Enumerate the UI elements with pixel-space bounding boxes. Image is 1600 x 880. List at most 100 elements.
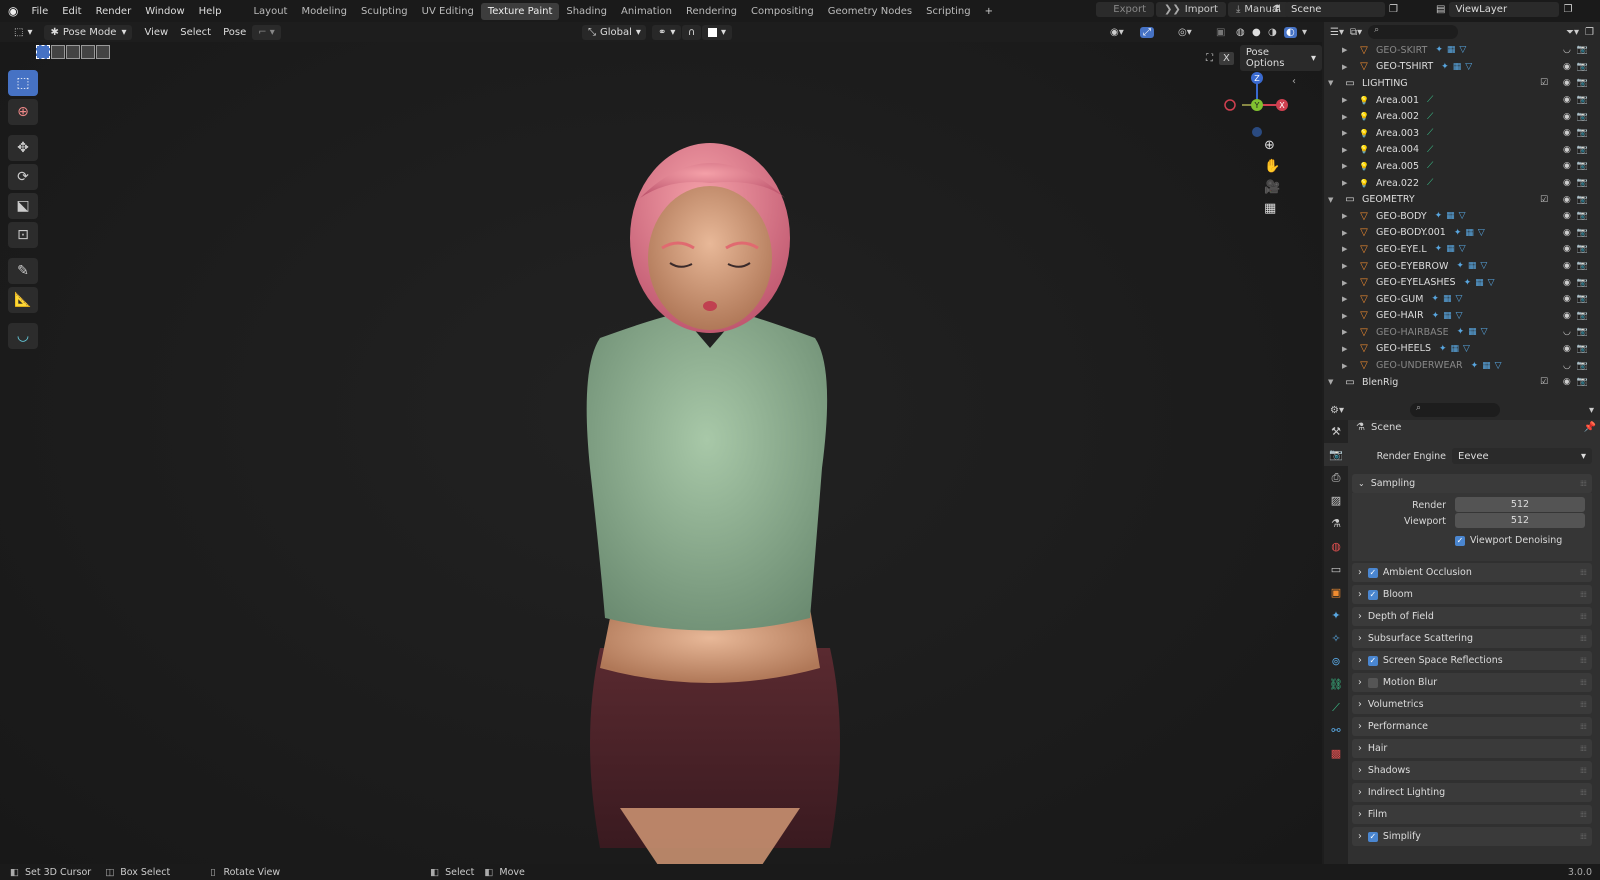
outliner-row-label[interactable]: GEO-TSHIRT [1376,61,1433,72]
visibility-toggle-icon[interactable]: ◉📷 [1563,161,1594,171]
visibility-toggle-icon[interactable]: ◡📷 [1563,361,1594,371]
bone-tool[interactable]: ◡ [8,323,38,349]
grid-icon[interactable]: ▦ [1264,201,1280,216]
x-toggle[interactable]: X [1219,51,1234,65]
panel-depth-of-field[interactable]: › Depth of Field ⁞⁞⁞⁞ [1352,607,1592,626]
modifier-icon[interactable]: ✦▦▽ [1456,261,1491,271]
expand-arrow-icon[interactable]: ▶ [1342,262,1352,270]
panel-indirect-lighting[interactable]: › Indirect Lighting ⁞⁞⁞⁞ [1352,783,1592,802]
visibility-toggle-icon[interactable]: ◉📷 [1563,261,1594,271]
tab-data[interactable]: ⟋ [1324,696,1348,719]
panel-screen-space-reflections[interactable]: › ✓ Screen Space Reflections ⁞⁞⁞⁞ [1352,651,1592,670]
pivot-dropdown[interactable]: ⚭ ▾ [652,24,682,40]
outliner-row[interactable]: ▶ ▽ GEO-HAIR ✦▦▽ ◉📷 [1324,308,1600,325]
drag-handle-icon[interactable]: ⁞⁞⁞⁞ [1580,656,1587,665]
light-data-icon[interactable]: ⟋ [1427,145,1437,155]
outliner-row-label[interactable]: Area.022 [1376,178,1419,189]
outliner-row[interactable]: ▶ ▽ GEO-BODY ✦▦▽ ◉📷 [1324,208,1600,225]
pose-options-dropdown[interactable]: Pose Options ▾ [1239,45,1322,71]
menu-pose[interactable]: Pose [217,27,252,38]
outliner-row-label[interactable]: GEO-HAIR [1376,310,1424,321]
panel-motion-blur[interactable]: › Motion Blur ⁞⁞⁞⁞ [1352,673,1592,692]
tab-bone[interactable]: ⚯ [1324,719,1348,742]
modifier-icon[interactable]: ✦▦▽ [1464,278,1499,288]
outliner-row[interactable]: ▶ ▽ GEO-EYEBROW ✦▦▽ ◉📷 [1324,258,1600,275]
tab-physics[interactable]: ⊚ [1324,650,1348,673]
visibility-toggle-icon[interactable]: ◉📷 [1563,62,1594,72]
drag-handle-icon[interactable]: ⁞⁞⁞⁞ [1580,479,1587,488]
options-dropdown-icon[interactable]: ▾ [1589,405,1594,416]
modifier-icon[interactable]: ✦▦▽ [1439,344,1474,354]
drag-handle-icon[interactable]: ⁞⁞⁞⁞ [1580,744,1587,753]
visibility-toggle-icon[interactable]: ◉📷 [1563,95,1594,105]
camera-icon[interactable]: 🎥 [1264,180,1280,195]
render-engine-dropdown[interactable]: Eevee ▾ [1452,448,1592,464]
drag-handle-icon[interactable]: ⁞⁞⁞⁞ [1580,568,1587,577]
tab-layout[interactable]: Layout [246,3,294,20]
visibility-toggle-icon[interactable]: ◉📷 [1563,211,1594,221]
tab-rendering[interactable]: Rendering [679,3,744,20]
panel-film[interactable]: › Film ⁞⁞⁞⁞ [1352,805,1592,824]
pan-hand-icon[interactable]: ✋ [1264,159,1280,174]
panel-subsurface-scattering[interactable]: › Subsurface Scattering ⁞⁞⁞⁞ [1352,629,1592,648]
outliner-row[interactable]: ▶ ▽ GEO-EYE.L ✦▦▽ ◉📷 [1324,241,1600,258]
drag-handle-icon[interactable]: ⁞⁞⁞⁞ [1580,700,1587,709]
outliner-row-label[interactable]: GEO-HEELS [1376,343,1431,354]
visibility-toggle-icon[interactable]: ☑ ◉📷 [1540,195,1594,205]
tab-view-layer[interactable]: ▨ [1324,489,1348,512]
orientation-dropdown[interactable]: ⤡ Global ▾ [582,24,646,40]
modifier-icon[interactable]: ✦▦▽ [1441,62,1476,72]
outliner-row[interactable]: ▶ ▽ GEO-TSHIRT ✦▦▽ ◉📷 [1324,59,1600,76]
tab-tool[interactable]: ⚒ [1324,420,1348,443]
zoom-icon[interactable]: ⊕ [1264,138,1280,153]
light-data-icon[interactable]: ⟋ [1427,128,1437,138]
visibility-toggle-icon[interactable]: ◉📷 [1563,178,1594,188]
drag-handle-icon[interactable]: ⁞⁞⁞⁞ [1580,810,1587,819]
expand-arrow-icon[interactable]: ▶ [1342,96,1352,104]
visibility-toggle-icon[interactable]: ◉📷 [1563,145,1594,155]
panel-enable-checkbox[interactable]: ✓ [1367,655,1378,666]
material-shading-icon[interactable]: ◑ [1268,27,1277,38]
modifier-icon[interactable]: ✦▦▽ [1454,228,1489,238]
tab-uv-editing[interactable]: UV Editing [415,3,481,20]
visibility-toggle-icon[interactable]: ◉📷 [1563,128,1594,138]
expand-arrow-icon[interactable]: ▶ [1342,295,1352,303]
drag-handle-icon[interactable]: ⁞⁞⁞⁞ [1580,590,1587,599]
panel-shadows[interactable]: › Shadows ⁞⁞⁞⁞ [1352,761,1592,780]
import-button[interactable]: ❯❯ Import [1156,2,1226,17]
outliner-row[interactable]: ▶ ▽ GEO-HAIRBASE ✦▦▽ ◡📷 [1324,324,1600,341]
panel-ambient-occlusion[interactable]: › ✓ Ambient Occlusion ⁞⁞⁞⁞ [1352,563,1592,582]
outliner-row-label[interactable]: GEO-GUM [1376,294,1423,305]
neg-x-handle[interactable] [1224,99,1236,111]
outliner-search-field[interactable]: ⌕ [1368,25,1459,39]
outliner-row-label[interactable]: Area.004 [1376,144,1419,155]
drag-handle-icon[interactable]: ⁞⁞⁞⁞ [1580,634,1587,643]
modifier-icon[interactable]: ✦▦▽ [1431,294,1466,304]
outliner-row-label[interactable]: LIGHTING [1362,78,1408,89]
expand-arrow-icon[interactable]: ▶ [1342,63,1352,71]
panel-bloom[interactable]: › ✓ Bloom ⁞⁞⁞⁞ [1352,585,1592,604]
overlay-toggle-icon[interactable]: ◎▾ [1178,27,1192,38]
outliner-row[interactable]: ▶ ▽ GEO-HEELS ✦▦▽ ◉📷 [1324,341,1600,358]
visibility-toggle-icon[interactable]: ◡📷 [1563,45,1594,55]
outliner-type-icon[interactable]: ☰▾ [1330,27,1344,38]
outliner-row-label[interactable]: BlenRig [1362,377,1398,388]
viewport-denoising-checkbox[interactable]: ✓ Viewport Denoising [1455,535,1562,546]
annotate-tool[interactable]: ✎ [8,258,38,284]
expand-arrow-icon[interactable]: ▶ [1342,46,1352,54]
scale-tool[interactable]: ⬕ [8,193,38,219]
tab-scene[interactable]: ⚗ [1324,512,1348,535]
modifier-icon[interactable]: ✦▦▽ [1435,244,1470,254]
outliner-row[interactable]: ▼ ▭ GEOMETRY ☑ ◉📷 [1324,191,1600,208]
tab-modeling[interactable]: Modeling [294,3,354,20]
measure-tool[interactable]: 📐 [8,287,38,313]
drag-handle-icon[interactable]: ⁞⁞⁞⁞ [1580,788,1587,797]
select-subtract-icon[interactable] [66,45,80,59]
panel-performance[interactable]: › Performance ⁞⁞⁞⁞ [1352,717,1592,736]
outliner-row[interactable]: ▶ 💡 Area.005 ⟋ ◉📷 [1324,158,1600,175]
xray-toggle-icon[interactable]: ▣ [1216,27,1225,38]
outliner-row-label[interactable]: GEOMETRY [1362,194,1415,205]
scene-icon[interactable]: ⚗ [1272,4,1281,15]
visibility-toggle-icon[interactable]: ◉📷 [1563,244,1594,254]
tab-output[interactable]: ⎙ [1324,466,1348,489]
